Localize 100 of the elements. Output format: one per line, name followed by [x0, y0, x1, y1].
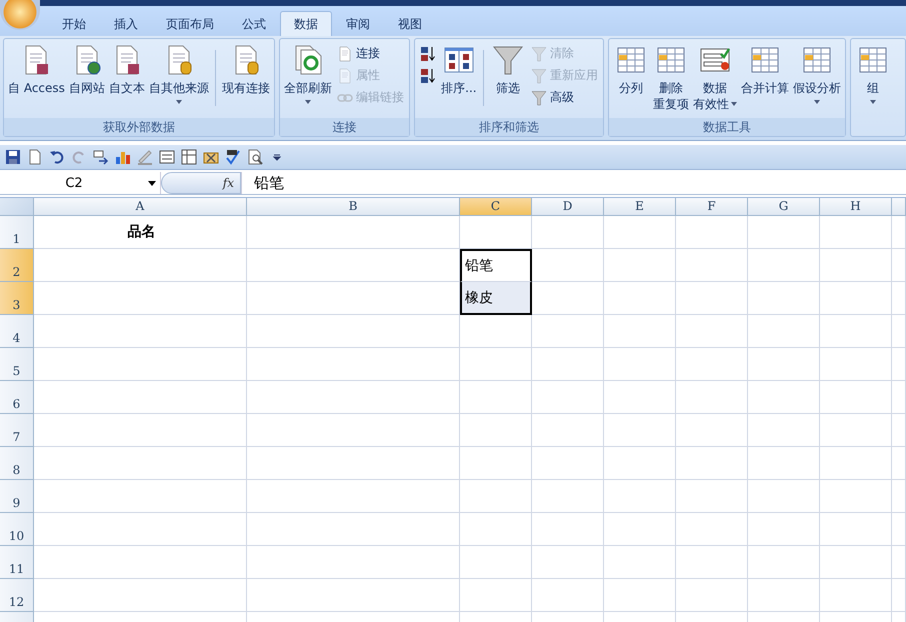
- column-header[interactable]: H: [820, 198, 892, 216]
- ribbon-button[interactable]: 连接: [334, 44, 406, 63]
- row-header[interactable]: 8: [0, 447, 34, 480]
- empty-cell: [748, 315, 820, 348]
- sort-descending-icon: [420, 68, 436, 84]
- insert-function-button[interactable]: fx: [222, 176, 234, 190]
- ribbon-button[interactable]: 删除 重复项: [652, 42, 690, 114]
- ribbon-button[interactable]: 高级: [528, 88, 600, 107]
- ribbon-button[interactable]: 现有连接: [220, 42, 271, 98]
- column-header[interactable]: G: [748, 198, 820, 216]
- empty-cell: [532, 348, 604, 381]
- customize-menu-icon[interactable]: [273, 153, 281, 161]
- empty-cell: [604, 447, 676, 480]
- empty-cell: [676, 249, 748, 282]
- column-header[interactable]: D: [532, 198, 604, 216]
- ribbon-button[interactable]: 分列: [612, 42, 650, 98]
- formula-input[interactable]: 铅笔: [241, 172, 906, 194]
- ribbon-button[interactable]: 排序...: [440, 42, 478, 98]
- empty-cell: [748, 216, 820, 249]
- empty-cell: [460, 315, 532, 348]
- ribbon-tab[interactable]: 插入: [100, 11, 152, 36]
- empty-cell: [532, 579, 604, 612]
- ribbon-button[interactable]: 自文本: [108, 42, 146, 98]
- empty-cell: [820, 381, 892, 414]
- group-title: 排序和筛选: [414, 118, 603, 136]
- chart-icon[interactable]: [115, 149, 131, 165]
- row-header[interactable]: 12: [0, 579, 34, 612]
- empty-cell: [820, 447, 892, 480]
- row-header[interactable]: 2: [0, 249, 34, 282]
- ribbon-button[interactable]: 合并计算: [740, 42, 790, 98]
- empty-cell: [532, 480, 604, 513]
- empty-cell: [748, 513, 820, 546]
- ribbon-tab[interactable]: 视图: [384, 11, 436, 36]
- empty-cell: [892, 579, 906, 612]
- empty-cell: [676, 579, 748, 612]
- save-icon[interactable]: [5, 149, 21, 165]
- empty-cell: [748, 282, 820, 315]
- ribbon-button[interactable]: 组: [854, 42, 892, 106]
- spellcheck-icon[interactable]: [225, 149, 241, 165]
- group-title: 连接: [280, 118, 409, 136]
- filter-icon: [530, 90, 547, 106]
- ribbon-tab[interactable]: 数据: [280, 11, 332, 36]
- ribbon-tab[interactable]: 页面布局: [152, 11, 228, 36]
- ribbon-tab[interactable]: 审阅: [332, 11, 384, 36]
- empty-cell: [676, 447, 748, 480]
- empty-cell: [532, 249, 604, 282]
- table-cell: 品名: [34, 216, 247, 249]
- row-header[interactable]: 5: [0, 348, 34, 381]
- empty-cell: [748, 480, 820, 513]
- ribbon-button[interactable]: 自其他来源: [148, 42, 210, 106]
- row-header[interactable]: 3: [0, 282, 34, 315]
- filter-icon: [492, 44, 524, 76]
- ribbon-button[interactable]: 自网站: [68, 42, 106, 98]
- empty-cell: [676, 381, 748, 414]
- ribbon-button[interactable]: 全部刷新: [282, 42, 333, 106]
- empty-cell: [460, 579, 532, 612]
- form-icon[interactable]: [159, 149, 175, 165]
- ribbon-tab[interactable]: 开始: [48, 11, 100, 36]
- undo-icon[interactable]: [49, 149, 65, 165]
- ribbon-button[interactable]: 数据 有效性: [692, 42, 738, 114]
- empty-cell: [460, 381, 532, 414]
- caret-icon: [304, 100, 311, 104]
- empty-cell: [820, 348, 892, 381]
- row-header[interactable]: 10: [0, 513, 34, 546]
- row-header[interactable]: 11: [0, 546, 34, 579]
- empty-cell: [604, 216, 676, 249]
- empty-cell: [460, 414, 532, 447]
- column-header[interactable]: F: [676, 198, 748, 216]
- empty-cell: [604, 480, 676, 513]
- ribbon-tab[interactable]: 公式: [228, 11, 280, 36]
- row-header[interactable]: 6: [0, 381, 34, 414]
- caret-icon: [870, 100, 876, 104]
- print-preview-icon[interactable]: [247, 149, 263, 165]
- column-header[interactable]: A: [34, 198, 247, 216]
- row-header[interactable]: 4: [0, 315, 34, 348]
- empty-cell: [460, 513, 532, 546]
- empty-cell: [604, 348, 676, 381]
- comment-icon[interactable]: [93, 149, 109, 165]
- column-header[interactable]: B: [247, 198, 460, 216]
- empty-cell: [604, 381, 676, 414]
- empty-cell: [748, 414, 820, 447]
- empty-cell: [460, 546, 532, 579]
- empty-cell: [892, 315, 906, 348]
- empty-cell: [820, 315, 892, 348]
- row-header[interactable]: 7: [0, 414, 34, 447]
- empty-cell: [892, 282, 906, 315]
- table-icon[interactable]: [181, 149, 197, 165]
- row-header[interactable]: 9: [0, 480, 34, 513]
- column-header[interactable]: E: [604, 198, 676, 216]
- ribbon-button[interactable]: 筛选: [488, 42, 527, 98]
- document-icon: [336, 46, 353, 62]
- empty-cell: [532, 381, 604, 414]
- empty-cell: [676, 546, 748, 579]
- ribbon-button[interactable]: 自 Access: [7, 42, 66, 98]
- new-document-icon[interactable]: [27, 149, 43, 165]
- dropdown-caret-icon[interactable]: [148, 180, 156, 186]
- row-header[interactable]: 1: [0, 216, 34, 249]
- ribbon-button[interactable]: 假设分析: [792, 42, 842, 106]
- column-header[interactable]: C: [460, 198, 532, 216]
- name-box[interactable]: C2: [0, 172, 161, 194]
